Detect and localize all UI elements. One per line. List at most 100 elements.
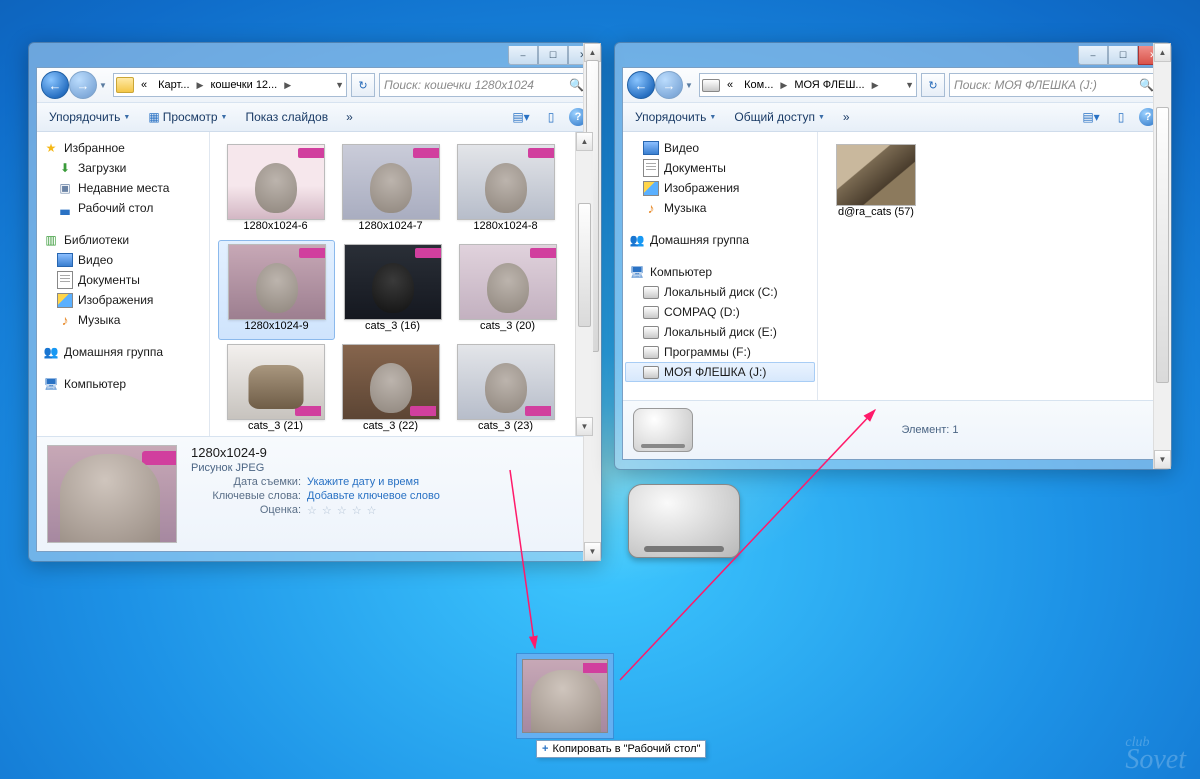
organize-button[interactable]: Упорядочить▼ (43, 107, 136, 127)
forward-button[interactable]: → (69, 71, 97, 99)
drag-preview (516, 653, 614, 739)
chevron-icon: ▶ (780, 80, 787, 91)
maximize-button[interactable]: ☐ (538, 46, 568, 65)
file-item[interactable]: cats_3 (21) (218, 340, 333, 436)
file-list[interactable]: 1280x1024-6 1280x1024-7 1280x1024-8 1280… (210, 132, 593, 436)
nav-drive-c[interactable]: Локальный диск (C:) (625, 282, 815, 302)
nav-drive-f[interactable]: Программы (F:) (625, 342, 815, 362)
file-item-selected[interactable]: 1280x1024-9 (218, 240, 335, 340)
view-button[interactable]: ▤▾ (509, 106, 533, 128)
library-icon: ▥ (43, 232, 59, 248)
nav-pictures[interactable]: Изображения (39, 290, 207, 310)
maximize-button[interactable]: ☐ (1108, 46, 1138, 65)
file-item[interactable]: d@ra_cats (57) (826, 140, 926, 226)
slideshow-button[interactable]: Показ слайдов (239, 107, 334, 127)
share-button[interactable]: Общий доступ▼ (728, 107, 831, 127)
nav-recent[interactable]: ▣Недавние места (39, 178, 207, 198)
nav-documents[interactable]: Документы (39, 270, 207, 290)
file-item[interactable]: cats_3 (20) (450, 240, 565, 340)
meta-label: Дата съемки: (191, 476, 301, 488)
file-item[interactable]: cats_3 (23) (448, 340, 563, 436)
search-input[interactable]: Поиск: кошечки 1280x1024 🔍 (379, 73, 589, 97)
toolbar: Упорядочить▼ Общий доступ▼ » ▤▾ ▯ ? (623, 102, 1163, 132)
computer-group[interactable]: 🖥Компьютер (625, 262, 815, 282)
minimize-button[interactable]: – (508, 46, 538, 65)
nav-music[interactable]: ♪Музыка (39, 310, 207, 330)
scroll-thumb[interactable] (578, 203, 591, 327)
thumbnail (227, 144, 325, 220)
meta-value[interactable]: Укажите дату и время (307, 476, 419, 488)
breadcrumb-prefix[interactable]: « (137, 77, 151, 93)
content-scrollbar[interactable]: ▲ ▼ (575, 132, 593, 436)
history-dropdown[interactable]: ▼ (683, 81, 695, 90)
meta-value[interactable]: Добавьте ключевое слово (307, 490, 440, 502)
nav-drive-j-selected[interactable]: МОЯ ФЛЕШКА (J:) (625, 362, 815, 382)
tooltip-text: Копировать в "Рабочий стол" (552, 743, 700, 755)
dropdown-icon[interactable]: ▼ (905, 80, 914, 90)
dropdown-icon[interactable]: ▼ (335, 80, 344, 90)
homegroup[interactable]: 👥Домашняя группа (625, 230, 815, 250)
watermark: club Sovet (1125, 737, 1186, 771)
address-bar[interactable]: « Карт... ▶ кошечки 12... ▶ ▼ (113, 73, 347, 97)
scroll-down-icon[interactable]: ▼ (576, 417, 593, 436)
file-item[interactable]: cats_3 (16) (335, 240, 450, 340)
address-bar[interactable]: « Ком... ▶ МОЯ ФЛЕШ... ▶ ▼ (699, 73, 917, 97)
file-item[interactable]: 1280x1024-8 (448, 140, 563, 240)
toolbar: Упорядочить▼ ▦Просмотр▼ Показ слайдов » … (37, 102, 593, 132)
organize-button[interactable]: Упорядочить▼ (629, 107, 722, 127)
titlebar[interactable]: – ☐ ✕ (622, 46, 1168, 64)
view-button[interactable]: ▤▾ (1079, 106, 1103, 128)
music-icon: ♪ (643, 200, 659, 216)
minimize-button[interactable]: – (1078, 46, 1108, 65)
nav-pictures[interactable]: Изображения (625, 178, 815, 198)
file-item[interactable]: cats_3 (22) (333, 340, 448, 436)
nav-videos[interactable]: Видео (625, 138, 815, 158)
thumbnail (457, 344, 555, 420)
meta-label: Оценка: (191, 504, 301, 517)
file-label: 1280x1024-7 (358, 220, 422, 232)
file-label: cats_3 (23) (478, 420, 533, 432)
back-button[interactable]: ← (627, 71, 655, 99)
nav-videos[interactable]: Видео (39, 250, 207, 270)
breadcrumb-seg[interactable]: Карт... (154, 77, 193, 93)
folder-icon (116, 77, 134, 93)
toolbar-more[interactable]: » (340, 107, 359, 127)
desktop-drive-icon[interactable] (628, 484, 740, 558)
breadcrumb-prefix[interactable]: « (723, 77, 737, 93)
rating-stars[interactable]: ☆ ☆ ☆ ☆ ☆ (307, 504, 378, 517)
nav-downloads[interactable]: ⬇Загрузки (39, 158, 207, 178)
homegroup-icon: 👥 (43, 344, 59, 360)
back-button[interactable]: ← (41, 71, 69, 99)
navigation-row: ← → ▼ « Ком... ▶ МОЯ ФЛЕШ... ▶ ▼ ↻ Поиск… (623, 68, 1163, 102)
titlebar[interactable]: – ☐ ✕ (36, 46, 598, 64)
preview-pane-button[interactable]: ▯ (539, 106, 563, 128)
nav-music[interactable]: ♪Музыка (625, 198, 815, 218)
file-item[interactable]: 1280x1024-7 (333, 140, 448, 240)
nav-desktop[interactable]: ▃Рабочий стол (39, 198, 207, 218)
drive-icon (643, 286, 659, 299)
file-item[interactable]: 1280x1024-6 (218, 140, 333, 240)
forward-button[interactable]: → (655, 71, 683, 99)
favorites-group[interactable]: ★Избранное (39, 138, 207, 158)
nav-drive-e[interactable]: Локальный диск (E:) (625, 322, 815, 342)
libraries-group[interactable]: ▥Библиотеки (39, 230, 207, 250)
nav-documents[interactable]: Документы (625, 158, 815, 178)
preview-button[interactable]: ▦Просмотр▼ (142, 107, 233, 127)
search-icon: 🔍 (569, 78, 584, 92)
thumbnail (342, 144, 440, 220)
computer-group[interactable]: 🖥Компьютер (39, 374, 207, 394)
breadcrumb-seg[interactable]: Ком... (740, 77, 777, 93)
homegroup[interactable]: 👥Домашняя группа (39, 342, 207, 362)
file-list[interactable]: d@ra_cats (57) (818, 132, 1163, 400)
refresh-button[interactable]: ↻ (351, 73, 375, 97)
history-dropdown[interactable]: ▼ (97, 81, 109, 90)
nav-drive-d[interactable]: COMPAQ (D:) (625, 302, 815, 322)
search-input[interactable]: Поиск: МОЯ ФЛЕШКА (J:) 🔍 (949, 73, 1159, 97)
chevron-icon: ▶ (197, 80, 204, 91)
preview-pane-button[interactable]: ▯ (1109, 106, 1133, 128)
search-icon: 🔍 (1139, 78, 1154, 92)
breadcrumb-seg[interactable]: МОЯ ФЛЕШ... (790, 77, 868, 93)
refresh-button[interactable]: ↻ (921, 73, 945, 97)
breadcrumb-seg[interactable]: кошечки 12... (206, 77, 281, 93)
toolbar-more[interactable]: » (837, 107, 856, 127)
